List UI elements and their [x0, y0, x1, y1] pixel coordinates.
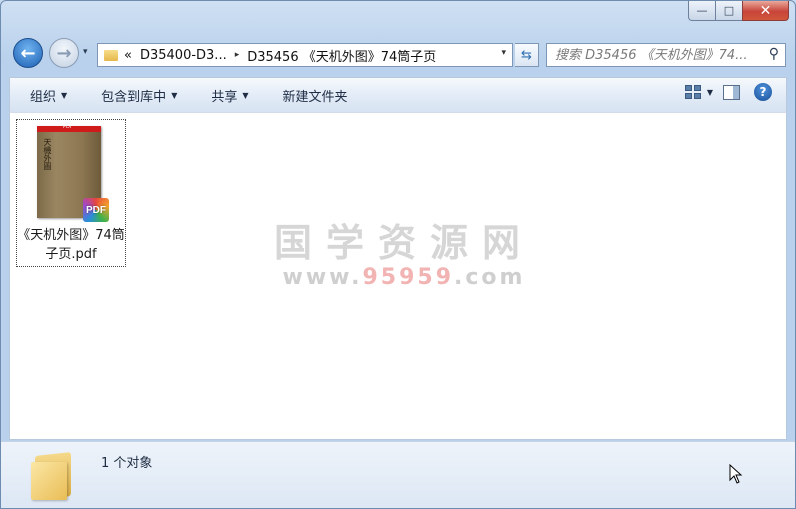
- folder-icon: [104, 49, 118, 61]
- file-item[interactable]: PDF 天機外圖 PDF 《天机外图》74筒子页.pdf: [16, 119, 126, 267]
- organize-menu[interactable]: 组织 ▼: [30, 86, 67, 105]
- new-folder-label: 新建文件夹: [282, 89, 348, 105]
- help-icon: ?: [754, 83, 772, 101]
- close-button[interactable]: ✕: [742, 1, 789, 21]
- file-list-pane[interactable]: PDF 天機外圖 PDF 《天机外图》74筒子页.pdf 国学资源网 www.9…: [9, 112, 787, 440]
- explorer-window: — □ ✕ ← → ▾ « D35400-D3... ▸ D35456 《天机外…: [0, 0, 796, 509]
- new-folder-button[interactable]: 新建文件夹: [283, 86, 348, 105]
- address-dropdown-icon[interactable]: ▾: [501, 48, 506, 58]
- maximize-button[interactable]: □: [715, 1, 742, 21]
- minimize-button[interactable]: —: [688, 1, 715, 21]
- refresh-icon: ⇆: [521, 47, 532, 63]
- change-view-button[interactable]: ▼: [684, 84, 713, 100]
- item-count: 1 个对象: [101, 456, 153, 471]
- file-name: 《天机外图》74筒子页.pdf: [17, 228, 125, 262]
- chevron-down-icon: ▼: [171, 90, 178, 100]
- preview-pane-icon: [722, 84, 740, 100]
- include-in-library-menu[interactable]: 包含到库中 ▼: [101, 86, 177, 105]
- magnifier-icon[interactable]: ⚲: [769, 46, 779, 62]
- forward-arrow-icon: →: [56, 42, 72, 64]
- organize-label: 组织: [30, 89, 57, 105]
- watermark-title: 国学资源网: [274, 221, 535, 265]
- address-bar[interactable]: « D35400-D3... ▸ D35456 《天机外图》74筒子页 ▾: [97, 43, 513, 67]
- chevron-down-icon: ▼: [242, 90, 249, 100]
- pdf-icon: PDF: [83, 198, 109, 222]
- caption-buttons: — □ ✕: [688, 1, 789, 21]
- preview-pane-button[interactable]: [722, 84, 740, 100]
- share-label: 共享: [211, 89, 238, 105]
- thumb-cover-text: 天機外圖: [43, 138, 52, 170]
- mouse-cursor-icon: [729, 464, 743, 484]
- view-controls: ▼ ?: [676, 83, 772, 101]
- breadcrumb-parent[interactable]: D35400-D3...: [140, 48, 227, 63]
- back-arrow-icon: ←: [20, 42, 36, 64]
- watermark-url: www.95959.com: [282, 265, 526, 290]
- search-box[interactable]: ⚲: [546, 43, 786, 67]
- help-button[interactable]: ?: [754, 83, 772, 101]
- recent-pages-dropdown[interactable]: ▾: [83, 47, 88, 57]
- share-menu[interactable]: 共享 ▼: [211, 86, 248, 105]
- thumb-banner: PDF: [63, 124, 73, 130]
- status-bar: 1 个对象: [1, 441, 795, 508]
- navigation-bar: ← → ▾ « D35400-D3... ▸ D35456 《天机外图》74筒子…: [1, 35, 795, 75]
- view-grid-icon: [684, 85, 701, 99]
- folder-icon: [31, 450, 77, 500]
- include-library-label: 包含到库中: [101, 89, 167, 105]
- breadcrumb-separator-icon[interactable]: ▸: [235, 50, 240, 60]
- search-input[interactable]: [555, 45, 765, 65]
- watermark: 国学资源网 www.95959.com: [274, 221, 534, 290]
- command-bar: 组织 ▼ 包含到库中 ▼ 共享 ▼ 新建文件夹 ▼ ?: [9, 77, 787, 112]
- breadcrumb-current[interactable]: D35456 《天机外图》74筒子页: [247, 46, 436, 65]
- forward-button[interactable]: →: [49, 38, 79, 68]
- refresh-button[interactable]: ⇆: [515, 43, 539, 67]
- chevron-down-icon[interactable]: ▼: [707, 88, 713, 97]
- breadcrumb-overflow[interactable]: «: [124, 48, 132, 63]
- chevron-down-icon: ▼: [61, 90, 68, 100]
- back-button[interactable]: ←: [13, 38, 43, 68]
